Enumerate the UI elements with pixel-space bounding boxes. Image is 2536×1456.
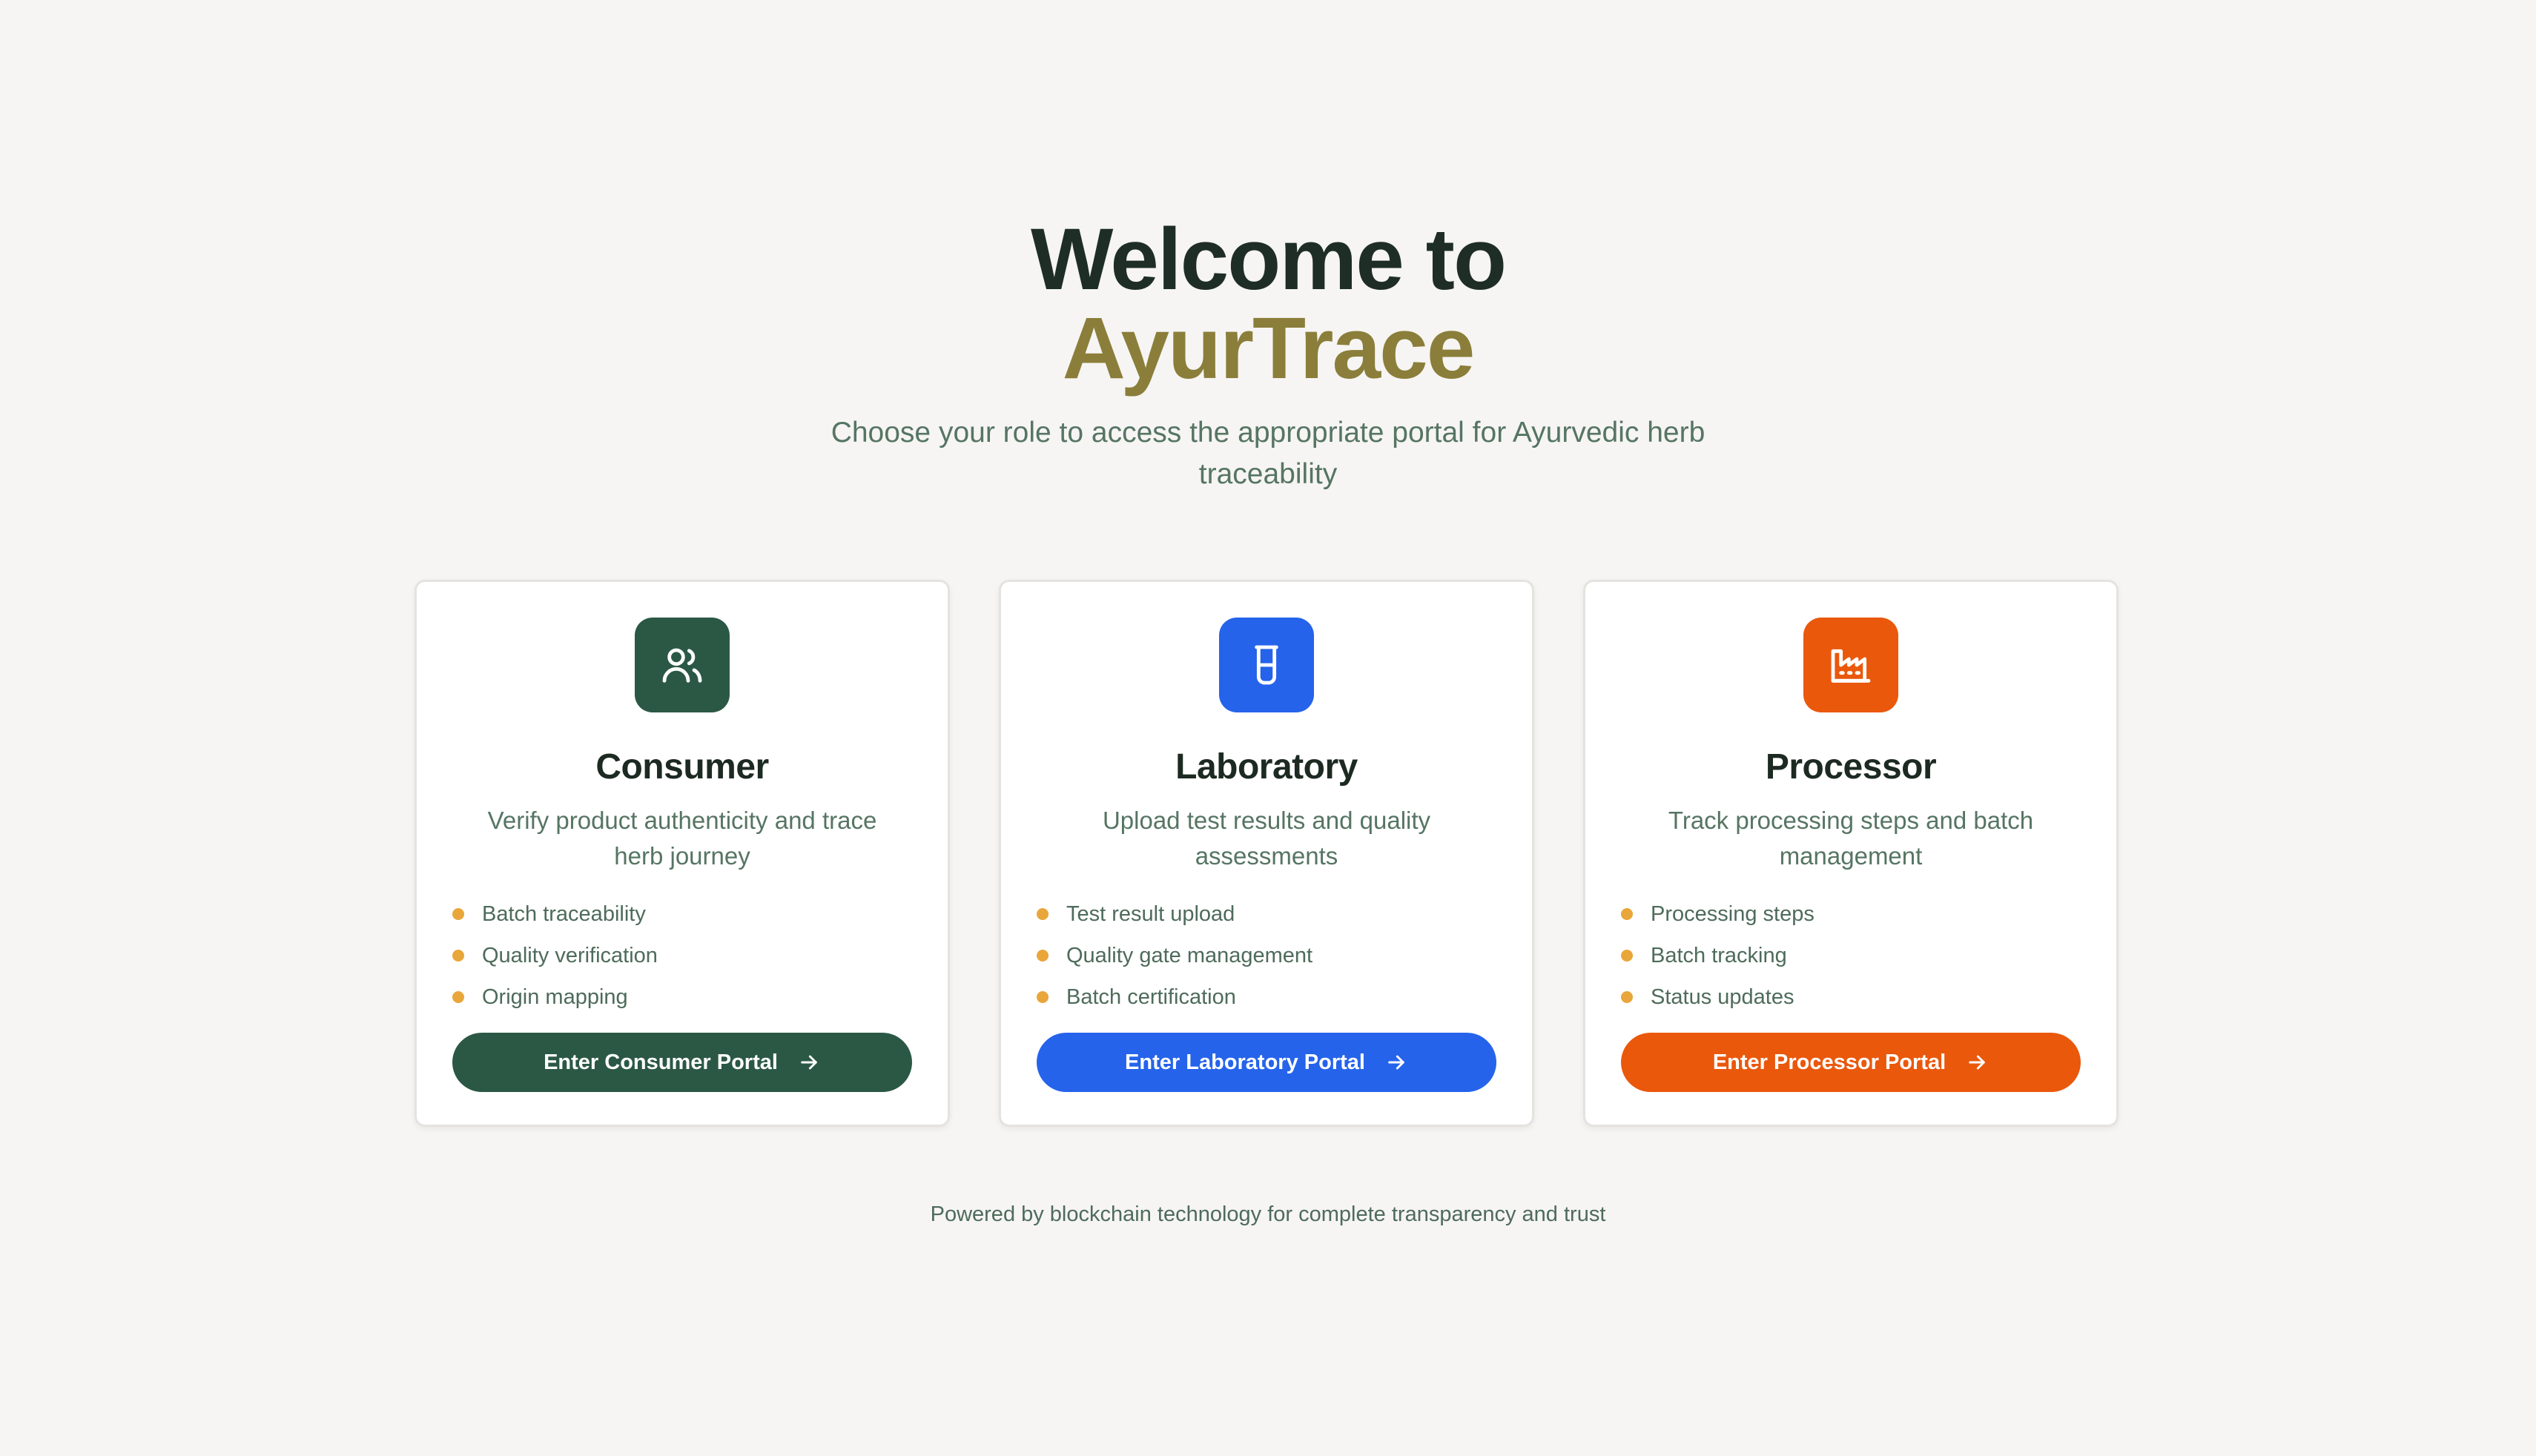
footer-text: Powered by blockchain technology for com… <box>930 1202 1606 1226</box>
feature-label: Batch certification <box>1066 985 1236 1009</box>
processor-card: Processor Track processing steps and bat… <box>1583 580 2119 1127</box>
consumer-title: Consumer <box>595 747 769 787</box>
button-label: Enter Laboratory Portal <box>1125 1050 1365 1074</box>
bullet-dot <box>1621 908 1633 920</box>
feature-label: Quality verification <box>482 943 658 967</box>
page-title: Welcome to <box>1030 211 1507 308</box>
laboratory-icon-box <box>1219 618 1314 712</box>
enter-laboratory-portal-button[interactable]: Enter Laboratory Portal <box>1037 1033 1496 1092</box>
feature-item: Status updates <box>1621 976 2081 1018</box>
bullet-dot <box>1037 908 1049 920</box>
bullet-dot <box>1037 950 1049 962</box>
bullet-dot <box>1621 950 1633 962</box>
arrow-right-icon <box>1969 1055 1985 1070</box>
laboratory-feature-list: Test result upload Quality gate manageme… <box>1037 893 1496 1018</box>
feature-item: Quality gate management <box>1037 935 1496 976</box>
consumer-description: Verify product authenticity and trace he… <box>487 807 877 870</box>
button-label: Enter Consumer Portal <box>544 1050 778 1074</box>
role-cards: Consumer Verify product authenticity and… <box>415 580 2121 1130</box>
laboratory-card: Laboratory Upload test results and quali… <box>999 580 1534 1127</box>
hero-section: Welcome to AyurTrace Choose your role to… <box>0 215 2536 495</box>
bullet-dot <box>452 991 464 1003</box>
laboratory-title: Laboratory <box>1175 747 1358 787</box>
bullet-dot <box>452 908 464 920</box>
feature-label: Test result upload <box>1066 901 1235 926</box>
bullet-dot <box>1037 991 1049 1003</box>
bullet-dot <box>1621 991 1633 1003</box>
button-label: Enter Processor Portal <box>1712 1050 1946 1074</box>
feature-label: Batch traceability <box>482 901 646 926</box>
arrow-right-icon <box>1388 1055 1404 1070</box>
consumer-feature-list: Batch traceability Quality verification … <box>452 893 912 1018</box>
beaker-icon <box>1255 645 1278 685</box>
processor-icon-box <box>1803 618 1898 712</box>
processor-description: Track processing steps and batch managem… <box>1668 807 2034 870</box>
processor-title: Processor <box>1765 747 1937 787</box>
bullet-dot <box>452 950 464 962</box>
enter-consumer-portal-button[interactable]: Enter Consumer Portal <box>452 1033 912 1092</box>
feature-label: Quality gate management <box>1066 943 1313 967</box>
processor-feature-list: Processing steps Batch tracking Status u… <box>1621 893 2081 1018</box>
feature-item: Batch traceability <box>452 893 912 935</box>
enter-processor-portal-button[interactable]: Enter Processor Portal <box>1621 1033 2081 1092</box>
users-icon <box>662 648 702 683</box>
arrow-right-icon <box>801 1055 817 1070</box>
feature-label: Origin mapping <box>482 985 628 1009</box>
consumer-card: Consumer Verify product authenticity and… <box>415 580 950 1127</box>
brand-name: AyurTrace <box>1062 300 1476 397</box>
page-subtitle: Choose your role to access the appropria… <box>831 417 1705 490</box>
feature-label: Processing steps <box>1651 901 1815 926</box>
factory-icon <box>1831 649 1871 683</box>
feature-item: Test result upload <box>1037 893 1496 935</box>
feature-item: Quality verification <box>452 935 912 976</box>
laboratory-description: Upload test results and quality assessme… <box>1102 807 1431 870</box>
feature-item: Batch certification <box>1037 976 1496 1018</box>
feature-item: Processing steps <box>1621 893 2081 935</box>
feature-label: Batch tracking <box>1651 943 1787 967</box>
feature-item: Batch tracking <box>1621 935 2081 976</box>
feature-item: Origin mapping <box>452 976 912 1018</box>
feature-label: Status updates <box>1651 985 1794 1009</box>
consumer-icon-box <box>635 618 730 712</box>
